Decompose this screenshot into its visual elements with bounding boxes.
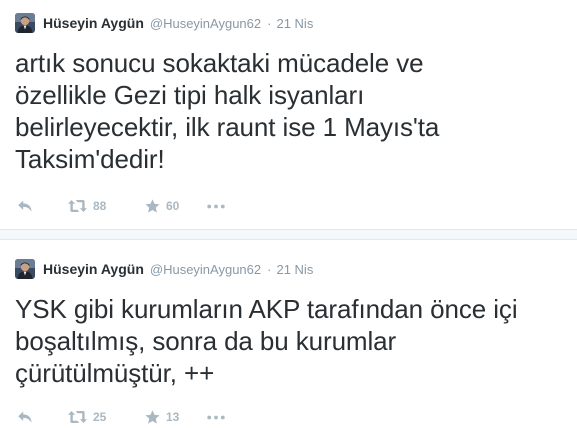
favorite-count: 13: [166, 410, 180, 424]
star-icon: [145, 199, 160, 213]
reply-button[interactable]: [17, 199, 67, 213]
retweet-icon: [68, 200, 87, 212]
reply-icon: [18, 200, 32, 212]
retweet-button[interactable]: 88: [67, 199, 145, 213]
more-options-button[interactable]: [207, 415, 227, 420]
reply-button[interactable]: [17, 410, 67, 424]
tweet-text-line: artık sonucu sokaktaki mücadele ve: [15, 48, 424, 78]
tweet-text-line: çürütülmüştür, ++: [15, 358, 215, 388]
author-fullname[interactable]: Hüseyin Aygün: [43, 15, 144, 31]
header-separator: ·: [267, 15, 272, 31]
tweet-text-line: Taksim'dedir!: [15, 144, 165, 174]
tweet-text-line: belirleyecektir, ilk raunt ise 1 Mayıs't…: [15, 112, 440, 142]
tweet-timestamp[interactable]: 21 Nis: [276, 262, 313, 277]
retweet-count: 25: [93, 410, 107, 424]
retweet-icon: [68, 411, 87, 423]
author-fullname[interactable]: Hüseyin Aygün: [43, 261, 144, 277]
retweet-count: 88: [93, 199, 107, 213]
reply-icon: [18, 411, 32, 423]
tweet-actions: 25 13: [17, 407, 227, 427]
star-icon: [145, 410, 160, 424]
tweet-timeline: Hüseyin Aygün @HuseyinAygun62 · 21 Nis a…: [0, 0, 577, 428]
favorite-button[interactable]: 13: [145, 410, 207, 424]
tweet[interactable]: Hüseyin Aygün @HuseyinAygun62 · 21 Nis Y…: [0, 239, 577, 428]
tweet-header: Hüseyin Aygün @HuseyinAygun62 · 21 Nis: [15, 259, 313, 279]
tweet[interactable]: Hüseyin Aygün @HuseyinAygun62 · 21 Nis a…: [0, 0, 577, 230]
avatar[interactable]: [15, 13, 35, 33]
favorite-count: 60: [166, 199, 180, 213]
more-options-button[interactable]: [207, 204, 227, 209]
tweet-text-line: özellikle Gezi tipi halk isyanları: [15, 80, 365, 110]
author-username[interactable]: @HuseyinAygun62: [150, 16, 261, 31]
tweet-text: artık sonucu sokaktaki mücadele ve özell…: [15, 47, 570, 175]
tweet-header: Hüseyin Aygün @HuseyinAygun62 · 21 Nis: [15, 13, 313, 33]
tweet-timestamp[interactable]: 21 Nis: [276, 16, 313, 31]
tweet-text-line: YSK gibi kurumların AKP tarafından önce …: [15, 294, 518, 324]
more-dots-icon: [207, 204, 225, 208]
retweet-button[interactable]: 25: [67, 410, 145, 424]
header-separator: ·: [267, 261, 272, 277]
author-username[interactable]: @HuseyinAygun62: [150, 262, 261, 277]
more-dots-icon: [207, 415, 225, 419]
tweet-text: YSK gibi kurumların AKP tarafından önce …: [15, 293, 570, 389]
avatar[interactable]: [15, 259, 35, 279]
favorite-button[interactable]: 60: [145, 199, 207, 213]
tweet-divider: [0, 230, 577, 239]
tweet-actions: 88 60: [17, 196, 227, 216]
tweet-text-line: boşaltılmış, sonra da bu kurumlar: [15, 326, 397, 356]
